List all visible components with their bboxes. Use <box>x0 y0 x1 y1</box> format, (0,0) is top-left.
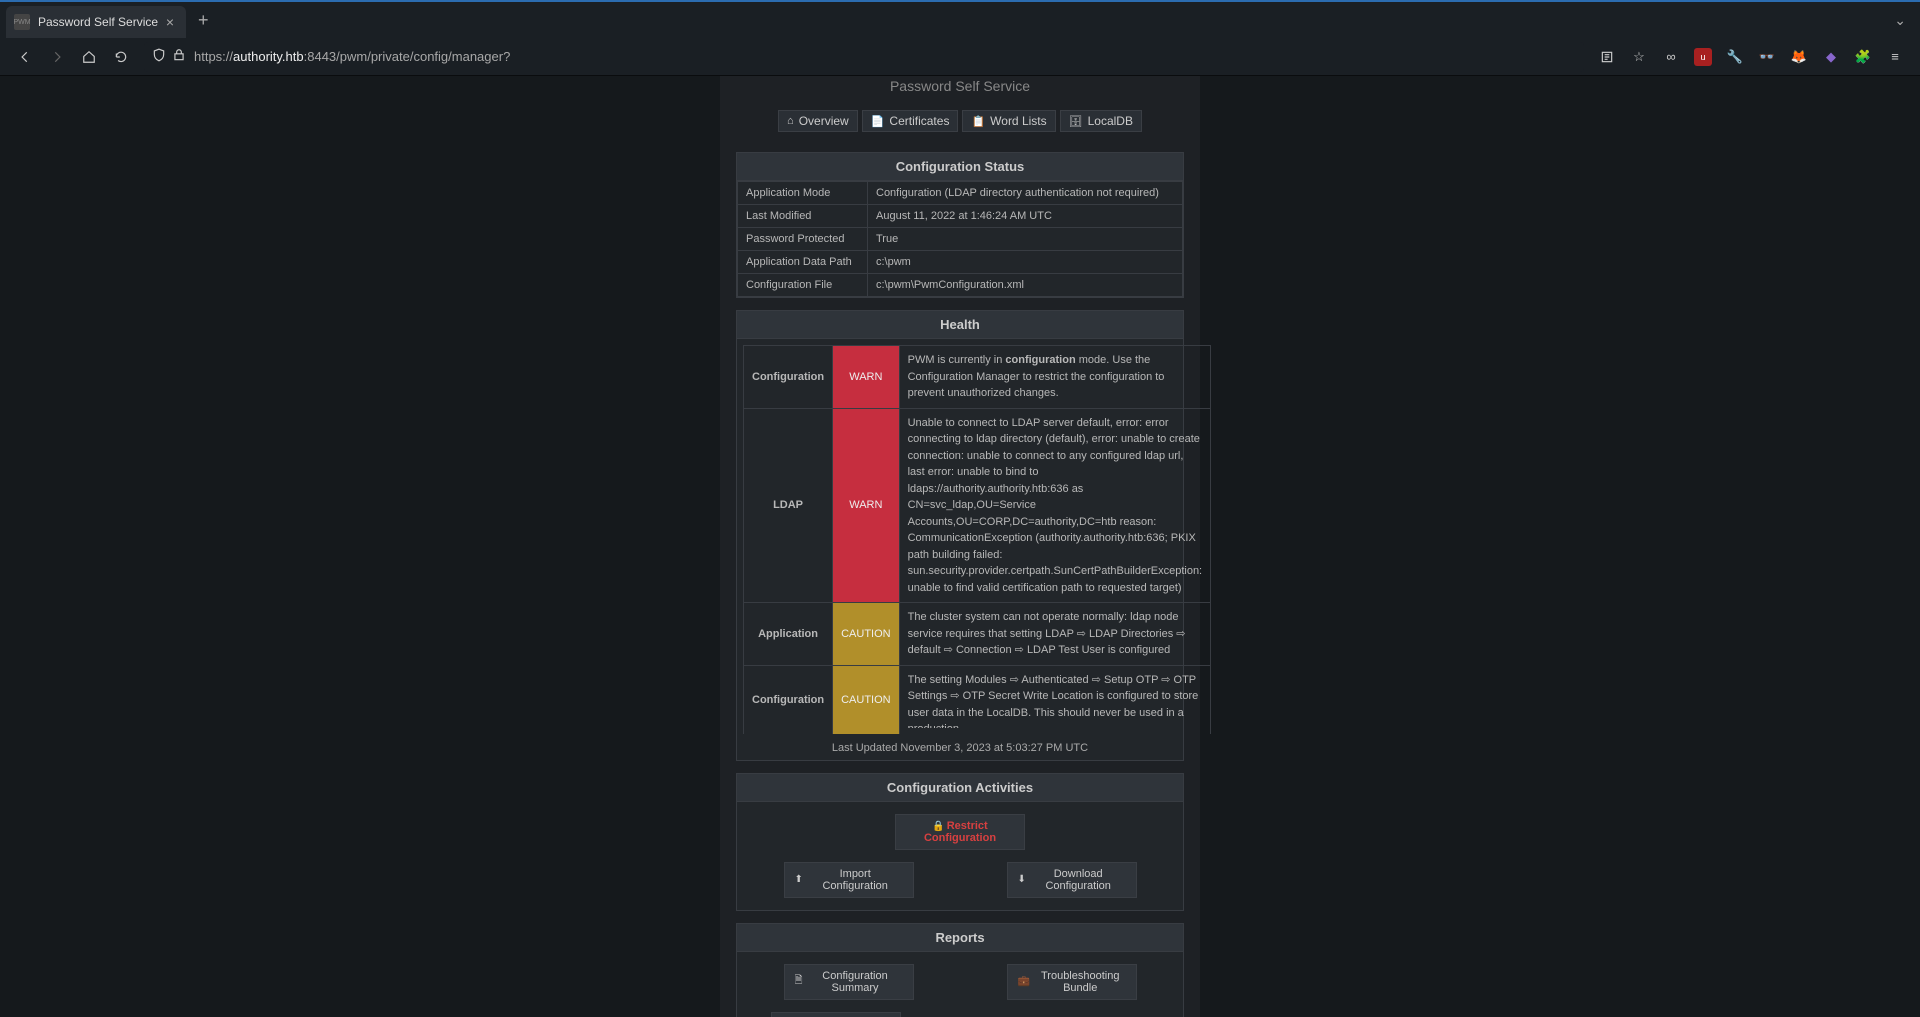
health-header: Health <box>737 311 1183 339</box>
upload-icon: ⬆ <box>795 874 803 885</box>
shield-icon[interactable] <box>152 48 166 65</box>
tab-wordlists[interactable]: 📋Word Lists <box>962 110 1055 132</box>
forward-icon[interactable] <box>48 48 66 66</box>
status-badge: CAUTION <box>833 603 900 666</box>
config-status-table: Application ModeConfiguration (LDAP dire… <box>737 181 1183 297</box>
troubleshooting-button[interactable]: 💼Troubleshooting Bundle <box>1007 964 1137 1000</box>
restrict-config-button[interactable]: 🔒Restrict Configuration <box>895 814 1025 850</box>
browser-chrome: PWM Password Self Service × + ⌄ https://… <box>0 0 1920 76</box>
table-row: Application ModeConfiguration (LDAP dire… <box>738 182 1183 205</box>
star-icon[interactable]: ☆ <box>1630 48 1648 66</box>
status-badge: CAUTION <box>833 665 900 734</box>
url-bar: https://authority.htb:8443/pwm/private/c… <box>0 38 1920 76</box>
url-text: https://authority.htb:8443/pwm/private/c… <box>194 49 510 64</box>
table-row: Password ProtectedTrue <box>738 228 1183 251</box>
ublock-icon[interactable]: u <box>1694 48 1712 66</box>
table-row: Configuration CAUTION The setting Module… <box>744 665 1211 734</box>
document-icon: 🗎 <box>795 973 803 990</box>
back-icon[interactable] <box>16 48 34 66</box>
robot-icon[interactable]: ◆ <box>1822 48 1840 66</box>
briefcase-icon: 💼 <box>1018 976 1030 987</box>
health-panel: Health Configuration WARN PWM is current… <box>736 310 1184 761</box>
new-tab-button[interactable]: + <box>186 10 221 31</box>
list-icon: 📋 <box>971 115 985 128</box>
health-last-updated: Last Updated November 3, 2023 at 5:03:27… <box>737 740 1183 760</box>
url-field[interactable]: https://authority.htb:8443/pwm/private/c… <box>144 42 1584 72</box>
reload-icon[interactable] <box>112 48 130 66</box>
browser-tab[interactable]: PWM Password Self Service × <box>6 6 186 38</box>
download-icon: ⬇ <box>1018 874 1026 885</box>
lock-icon: 🔒 <box>932 821 944 832</box>
tab-close-icon[interactable]: × <box>162 14 178 30</box>
page-viewport: Password Self Service ⌂Overview 📄Certifi… <box>0 76 1920 1017</box>
config-summary-button[interactable]: 🗎Configuration Summary <box>784 964 914 1000</box>
health-table: Configuration WARN PWM is currently in c… <box>743 345 1211 734</box>
download-config-button[interactable]: ⬇Download Configuration <box>1007 862 1137 898</box>
fox-icon[interactable]: 🦊 <box>1790 48 1808 66</box>
tab-localdb[interactable]: 🗄LocalDB <box>1060 110 1142 132</box>
reports-panel: Reports 🗎Configuration Summary 💼Troubles… <box>736 923 1184 1017</box>
status-badge: WARN <box>833 408 900 603</box>
config-status-header: Configuration Status <box>737 153 1183 181</box>
table-row: Application CAUTION The cluster system c… <box>744 603 1211 666</box>
activities-panel: Configuration Activities 🔒Restrict Confi… <box>736 773 1184 911</box>
database-icon: 🗄 <box>1069 115 1083 128</box>
wrench-icon[interactable]: 🔧 <box>1726 48 1744 66</box>
menu-icon[interactable]: ≡ <box>1886 48 1904 66</box>
config-status-panel: Configuration Status Application ModeCon… <box>736 152 1184 298</box>
tabs-dropdown-icon[interactable]: ⌄ <box>1880 12 1920 29</box>
reports-header: Reports <box>737 924 1183 952</box>
home-icon[interactable] <box>80 48 98 66</box>
status-badge: WARN <box>833 346 900 409</box>
table-row: LDAP WARN Unable to connect to LDAP serv… <box>744 408 1211 603</box>
config-tabs: ⌂Overview 📄Certificates 📋Word Lists 🗄Loc… <box>720 100 1200 146</box>
goggles-icon[interactable]: 👓 <box>1758 48 1776 66</box>
content-panel: Password Self Service ⌂Overview 📄Certifi… <box>720 76 1200 1017</box>
extensions-icon[interactable]: 🧩 <box>1854 48 1872 66</box>
import-config-button[interactable]: ⬆Import Configuration <box>784 862 914 898</box>
tab-overview[interactable]: ⌂Overview <box>778 110 858 132</box>
tab-certificates[interactable]: 📄Certificates <box>862 110 959 132</box>
page-title: Password Self Service <box>720 76 1200 100</box>
infinity-icon[interactable]: ∞ <box>1662 48 1680 66</box>
tab-favicon: PWM <box>14 14 30 30</box>
certificate-icon: 📄 <box>871 115 885 128</box>
ldap-permissions-button[interactable]: ⚿LDAP Permissions <box>771 1012 901 1017</box>
lock-icon[interactable] <box>172 48 186 65</box>
table-row: Application Data Pathc:\pwm <box>738 251 1183 274</box>
tab-bar: PWM Password Self Service × + ⌄ <box>0 2 1920 38</box>
table-row: Configuration Filec:\pwm\PwmConfiguratio… <box>738 274 1183 297</box>
table-row: Configuration WARN PWM is currently in c… <box>744 346 1211 409</box>
table-row: Last ModifiedAugust 11, 2022 at 1:46:24 … <box>738 205 1183 228</box>
home-icon: ⌂ <box>787 115 794 127</box>
reader-icon[interactable] <box>1598 48 1616 66</box>
activities-header: Configuration Activities <box>737 774 1183 802</box>
tab-title: Password Self Service <box>38 15 162 29</box>
